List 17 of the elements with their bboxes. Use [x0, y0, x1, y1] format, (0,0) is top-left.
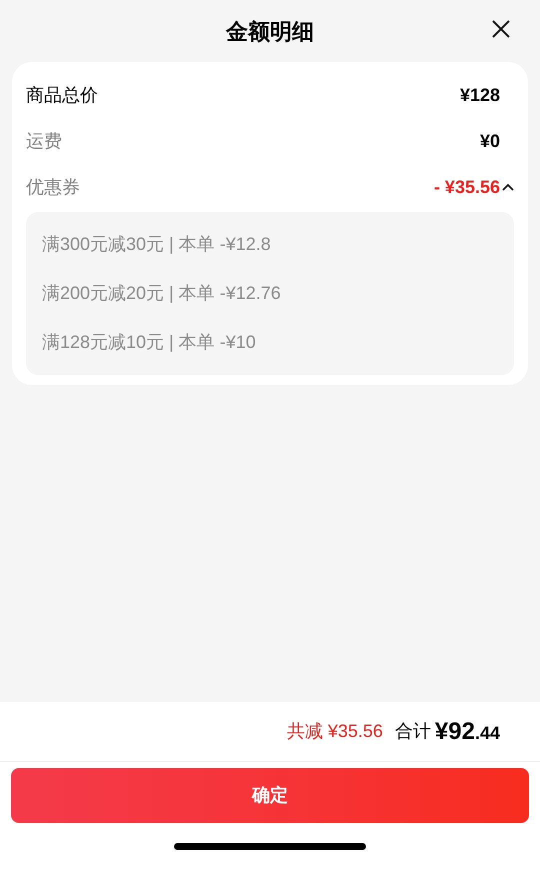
total-amount: ¥92.44 [434, 716, 500, 746]
coupon-detail: 满300元减30元 | 本单 -¥12.8 [42, 233, 272, 256]
close-button[interactable] [490, 18, 512, 40]
row-value: ¥0 [480, 130, 500, 152]
total-label: 合计 [394, 720, 431, 743]
confirm-button[interactable]: 确定 [11, 768, 529, 823]
coupon-toggle[interactable]: - ¥35.56 [434, 174, 514, 200]
sheet-title: 金额明细 [226, 18, 314, 46]
coupon-detail: 满128元减10元 | 本单 -¥10 [42, 331, 257, 354]
row-label: 商品总价 [26, 84, 98, 106]
coupon-detail: 满200元减20元 | 本单 -¥12.76 [42, 282, 282, 305]
caret-up-icon [502, 183, 514, 191]
discount-total: 共减 ¥35.56 [286, 720, 383, 743]
row-label: 运费 [26, 130, 62, 152]
row-value: ¥128 [460, 84, 500, 106]
close-icon [492, 20, 510, 38]
row-label: 优惠券 [26, 176, 80, 198]
